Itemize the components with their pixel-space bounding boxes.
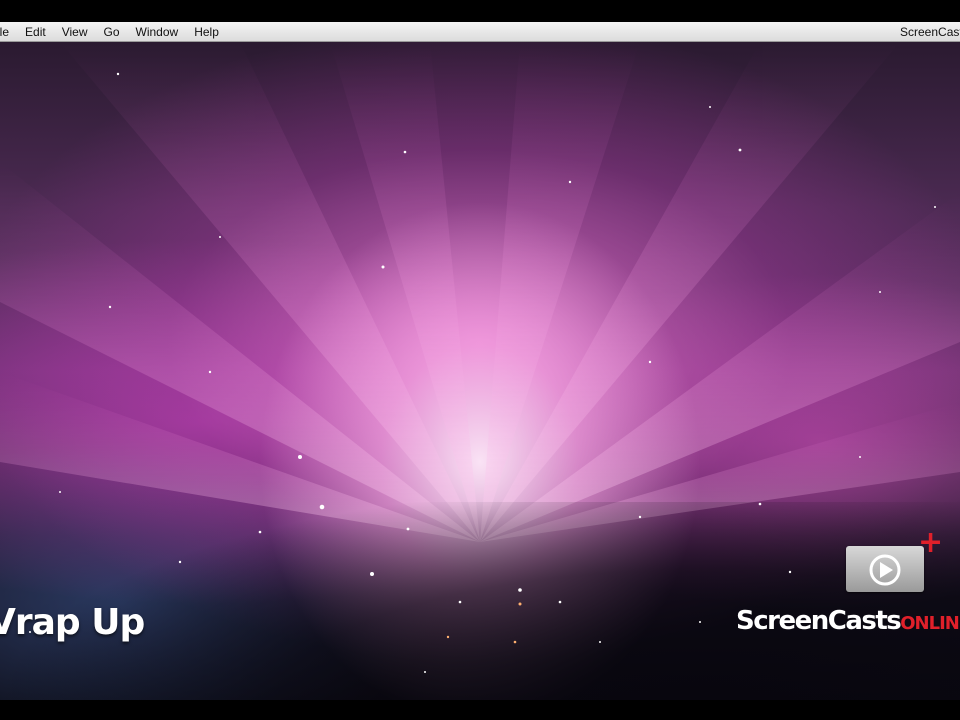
- brand-logo-text: ScreenCastsONLINE: [736, 606, 960, 636]
- menu-file[interactable]: ile: [0, 22, 17, 42]
- menu-help[interactable]: Help: [186, 22, 227, 42]
- menu-app-name[interactable]: ScreenCasts: [900, 22, 960, 42]
- menu-window[interactable]: Window: [128, 22, 187, 42]
- logo-badge: [846, 546, 924, 592]
- menu-edit[interactable]: Edit: [17, 22, 54, 42]
- play-icon: [869, 554, 901, 586]
- section-caption: Vrap Up: [0, 602, 145, 643]
- brand-accent: ONLINE: [900, 613, 960, 634]
- menu-go[interactable]: Go: [96, 22, 128, 42]
- menu-view[interactable]: View: [54, 22, 96, 42]
- video-frame: ile Edit View Go Window Help ScreenCasts: [0, 0, 960, 720]
- menu-bar: ile Edit View Go Window Help ScreenCasts: [0, 22, 960, 42]
- desktop-wallpaper: Vrap Up: [0, 42, 960, 700]
- plus-icon: +: [918, 525, 944, 560]
- brand-main: ScreenCasts: [736, 606, 902, 636]
- letterbox-bottom: [0, 700, 960, 720]
